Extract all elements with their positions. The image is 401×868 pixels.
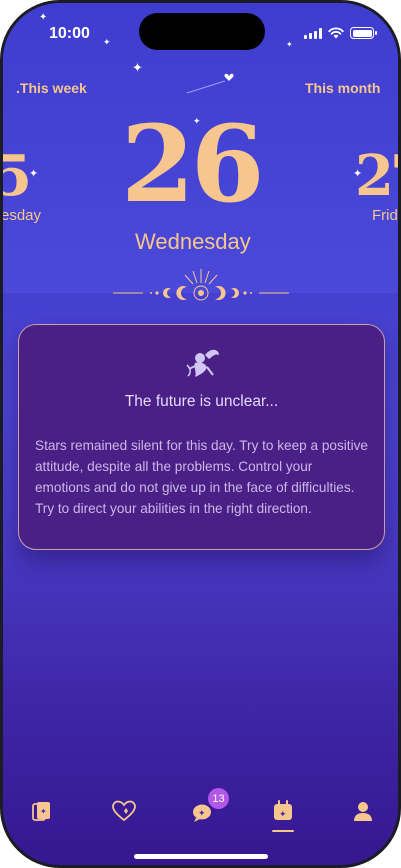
signal-icon	[304, 27, 322, 39]
dynamic-island	[139, 13, 265, 50]
sparkle-icon: ✦	[286, 40, 293, 49]
wifi-icon	[328, 27, 344, 39]
sparkle-icon: ✦	[29, 167, 39, 180]
tab-compatibility[interactable]	[104, 791, 144, 831]
cards-icon: ✦	[32, 802, 50, 821]
tab-profile[interactable]	[343, 791, 383, 831]
chat-badge: 13	[208, 788, 229, 809]
tab-calendar[interactable]: ✦	[263, 791, 303, 831]
previous-day-number[interactable]: 25	[3, 148, 32, 204]
forecast-text: Stars remained silent for this day. Try …	[35, 438, 368, 516]
heart-icon	[112, 800, 136, 822]
active-tab-indicator	[272, 830, 294, 832]
next-day-number[interactable]: 27	[355, 148, 398, 204]
forecast-title: The future is unclear...	[124, 393, 279, 410]
sparkle-icon: ✦	[39, 12, 48, 23]
forecast-card: The future is unclear... Stars remained …	[18, 324, 385, 550]
status-time: 10:00	[49, 25, 90, 42]
profile-icon	[354, 802, 372, 821]
svg-text:✦: ✦	[279, 810, 287, 820]
sparkle-icon: ✦	[103, 38, 111, 48]
status-icons	[304, 27, 377, 39]
svg-text:✦: ✦	[198, 809, 206, 819]
this-month-button[interactable]: This month	[305, 80, 380, 96]
battery-icon	[350, 27, 377, 39]
tab-cards[interactable]: ✦	[22, 791, 62, 831]
cupid-icon	[186, 349, 219, 377]
ornament-divider	[113, 269, 289, 301]
next-day-weekday: Frida	[372, 207, 398, 224]
shooting-star-icon	[186, 73, 234, 94]
current-day-weekday: Wednesday	[135, 229, 251, 254]
app-screen: 10:00 ✦ ✦ ✦ ✦ ✦ ✦ ✦ .This week This mont…	[3, 3, 398, 865]
calendar-icon: ✦	[274, 800, 292, 820]
current-day-number: 26	[121, 101, 265, 226]
previous-day-weekday: esday	[3, 207, 42, 224]
phone-frame: 10:00 ✦ ✦ ✦ ✦ ✦ ✦ ✦ .This week This mont…	[0, 0, 401, 868]
sparkle-icon: ✦	[132, 61, 143, 76]
home-indicator[interactable]	[134, 854, 268, 859]
this-week-button[interactable]: .This week	[16, 80, 87, 96]
tab-bar: ✦ ✦ ✦	[3, 791, 398, 831]
svg-text:✦: ✦	[40, 807, 47, 816]
